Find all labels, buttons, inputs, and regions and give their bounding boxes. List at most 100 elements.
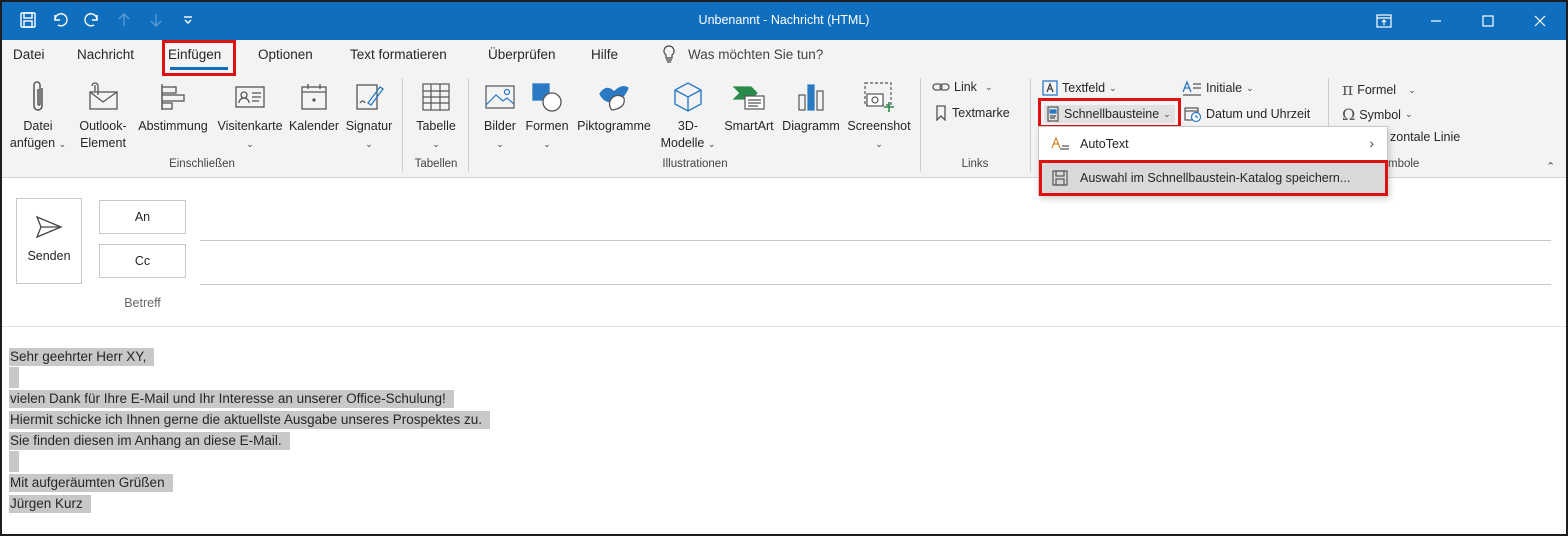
table-button[interactable]: Tabelle ⌄ [408,76,464,153]
date-time-button[interactable]: Datum und Uhrzeit [1184,105,1310,123]
attach-file-button[interactable]: Datei anfügen ⌄ [8,76,68,153]
to-field[interactable] [200,240,1551,241]
business-card-label: Visitenkarte [217,119,283,133]
tab-datei[interactable]: Datei [13,47,45,62]
chevron-down-icon: ⌄ [875,139,883,149]
horizontal-line-label: zontale Linie [1390,130,1461,144]
body-line: Sehr geehrter Herr XY, [9,346,490,367]
poll-button[interactable]: Abstimmung [134,76,212,135]
shapes-button[interactable]: Formen ⌄ [524,76,570,153]
smartart-label: SmartArt [724,119,774,133]
poll-icon [161,84,185,110]
chevron-right-icon: › [1369,135,1374,151]
quick-parts-button[interactable]: Schnellbausteine ⌄ [1044,105,1175,123]
body-line: Hiermit schicke ich Ihnen gerne die aktu… [9,409,491,430]
textbox-icon [1042,80,1058,96]
cc-field[interactable] [200,284,1551,285]
chart-button[interactable]: Diagramm [778,76,844,135]
3d-models-button[interactable]: 3D- Modelle ⌄ [656,76,720,153]
smartart-icon [732,86,765,110]
signature-icon [356,84,384,110]
quick-parts-icon [1047,106,1059,122]
group-separator [468,78,469,172]
screenshot-label: Screenshot [847,119,911,133]
bookmark-label: Textmarke [952,106,1010,120]
table-label: Tabelle [416,119,456,133]
bar-chart-icon [798,84,824,111]
pictures-button[interactable]: Bilder ⌄ [476,76,524,153]
body-line [9,451,490,472]
chevron-down-icon: ⌄ [246,139,254,149]
signature-label: Signatur [345,119,393,133]
bookmark-button[interactable]: Textmarke [934,105,1010,121]
message-body[interactable]: Sehr geehrter Herr XY, vielen Dank für I… [9,346,491,514]
group-label-tabellen: Tabellen [414,158,458,170]
signature-button[interactable]: Signatur ⌄ [342,76,396,153]
business-card-icon [235,86,265,108]
chevron-down-icon: ⌄ [496,139,504,149]
menu-item-save-selection[interactable]: Auswahl im Schnellbaustein-Katalog speic… [1040,163,1386,193]
send-icon [35,215,63,239]
tell-me-search[interactable]: Was möchten Sie tun? [662,45,823,63]
attach-label-1: Datei [23,119,53,133]
outlook-item-button[interactable]: Outlook- Element [72,76,134,152]
pi-icon: π [1342,80,1354,100]
cc-button[interactable]: Cc [99,244,186,278]
quick-parts-menu: AutoText › Auswahl im Schnellbaustein-Ka… [1038,126,1388,196]
tab-einfuegen[interactable]: Einfügen [168,47,221,62]
poll-label: Abstimmung [138,119,208,133]
link-label: Link [954,80,977,94]
chevron-down-icon: ⌄ [432,139,440,149]
body-line: Jürgen Kurz [9,493,490,514]
tab-hilfe[interactable]: Hilfe [591,47,618,62]
chevron-down-icon: ⌄ [984,81,993,92]
lightbulb-icon [663,45,675,63]
smartart-button[interactable]: SmartArt [720,76,778,135]
icons-button[interactable]: Piktogramme [572,76,656,135]
tab-ueberpruefen[interactable]: Überprüfen [488,47,556,62]
shapes-icon [532,83,562,112]
shapes-label: Formen [525,119,569,133]
screenshot-icon [864,82,894,112]
group-separator [1030,78,1031,172]
menu-item-autotext[interactable]: AutoText › [1040,129,1386,159]
dropcap-button[interactable]: Initiale ⌄ [1182,80,1254,96]
tab-optionen[interactable]: Optionen [258,47,313,62]
outlook-item-label-2: Element [80,136,126,150]
chevron-down-icon: ⌄ [1408,84,1416,95]
close-icon[interactable] [1514,2,1566,40]
picture-icon [485,85,515,109]
to-button[interactable]: An [99,200,186,234]
bookmark-icon [936,105,946,121]
horizontal-line-button[interactable]: zontale Linie [1390,130,1460,144]
maximize-icon[interactable] [1462,2,1514,40]
chevron-down-icon: ⌄ [1246,82,1254,93]
group-label-einschliessen: Einschließen [169,158,235,170]
chevron-down-icon: ⌄ [707,139,716,149]
send-button[interactable]: Senden [16,198,82,284]
tab-nachricht[interactable]: Nachricht [77,47,134,62]
textbox-label: Textfeld [1062,81,1106,95]
textbox-button[interactable]: Textfeld ⌄ [1042,80,1117,96]
title-bar: Unbenannt - Nachricht (HTML) [2,2,1566,40]
ribbon-display-options-icon[interactable] [1358,2,1410,40]
tab-text-formatieren[interactable]: Text formatieren [350,47,447,62]
link-button[interactable]: Link ⌄ [932,80,992,94]
pictures-label: Bilder [484,119,516,133]
business-card-button[interactable]: Visitenkarte ⌄ [214,76,286,153]
screenshot-button[interactable]: Screenshot ⌄ [844,76,914,153]
autotext-label: AutoText [1080,137,1129,151]
symbol-button[interactable]: Ω Symbol ⌄ [1342,105,1413,124]
group-label-illustrationen: Illustrationen [662,158,728,170]
collapse-ribbon-icon[interactable]: ⌃ [1546,160,1555,173]
equation-button[interactable]: π Formel ⌄ [1342,80,1416,100]
omega-icon: Ω [1342,105,1356,124]
minimize-icon[interactable] [1410,2,1462,40]
group-separator [920,78,921,172]
chevron-down-icon: ⌄ [58,139,67,149]
table-icon [422,83,450,111]
window-title: Unbenannt - Nachricht (HTML) [698,13,870,27]
calendar-button[interactable]: Kalender [286,76,342,135]
body-line: Sie finden diesen im Anhang an diese E-M… [9,430,490,451]
calendar-icon [301,84,327,110]
